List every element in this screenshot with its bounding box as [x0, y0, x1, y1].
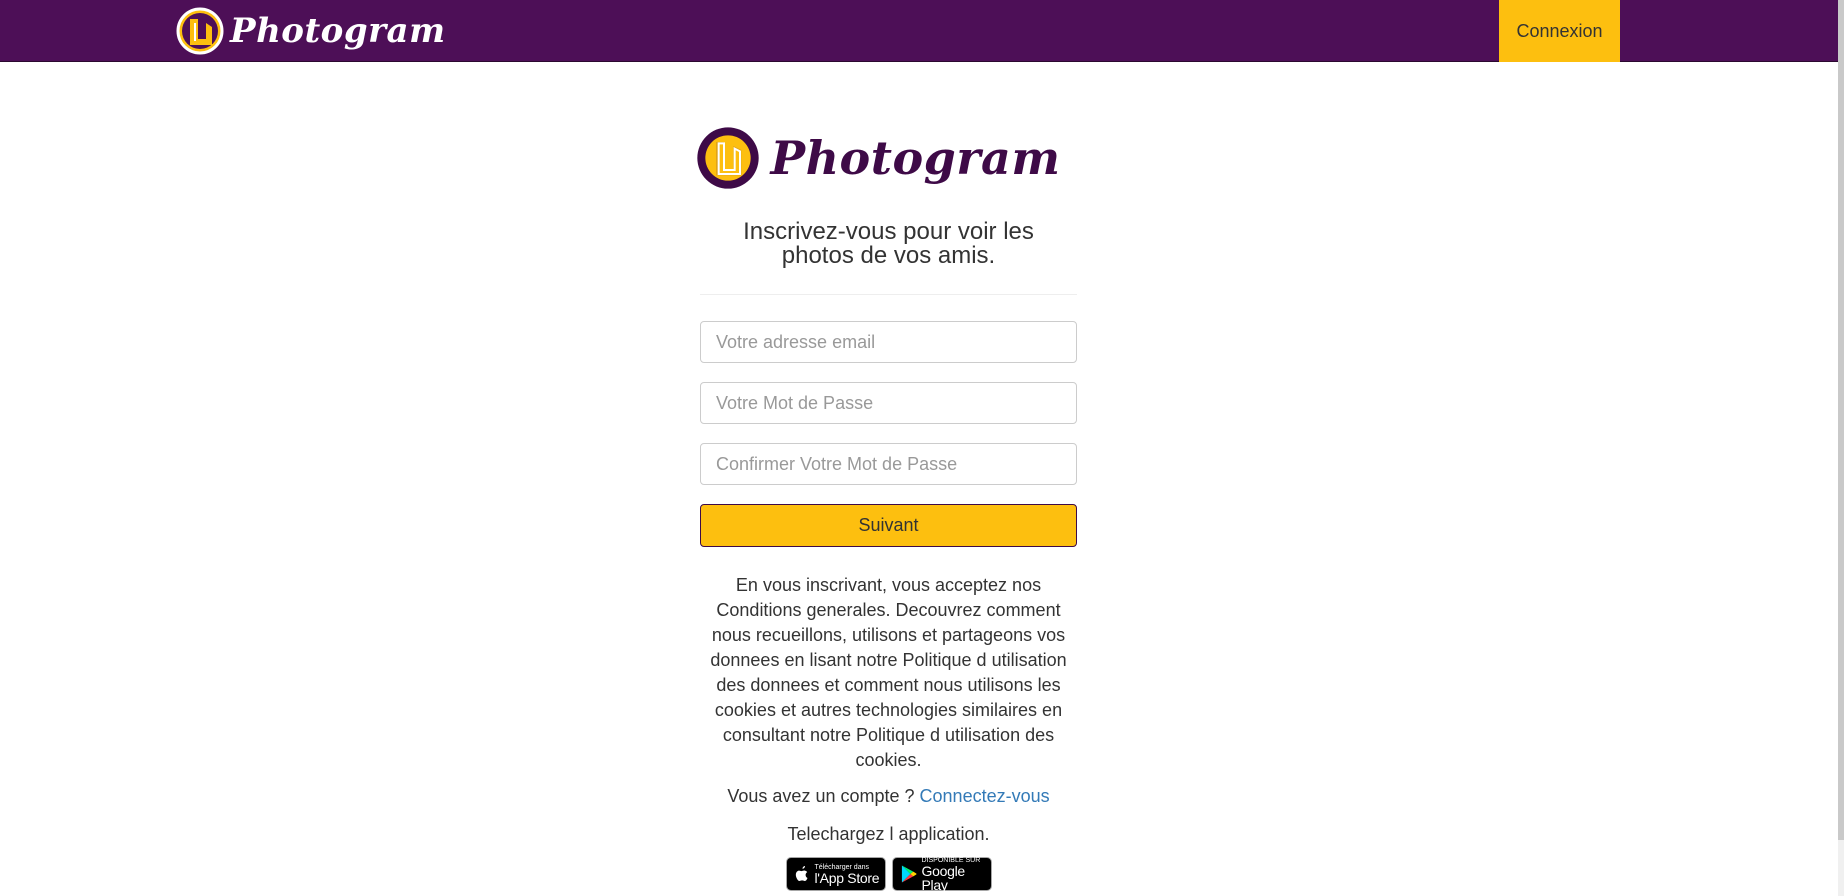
- email-field[interactable]: [700, 321, 1077, 363]
- app-store-label: Télécharger dans l'App Store: [815, 864, 880, 885]
- google-play-big-text: Google Play: [921, 862, 966, 893]
- password-field[interactable]: [700, 382, 1077, 424]
- google-play-icon: [901, 865, 917, 883]
- app-store-big-text: l'App Store: [814, 869, 880, 886]
- store-badges: Télécharger dans l'App Store DISPONIBLE …: [700, 857, 1077, 892]
- nav-logo[interactable]: Photogram: [176, 5, 446, 57]
- download-app-text: Telechargez l application.: [787, 824, 990, 844]
- signup-panel: Photogram Inscrivez-vous pour voir les p…: [697, 120, 1077, 892]
- divider: [700, 294, 1077, 295]
- photogram-logo-icon: [176, 7, 224, 55]
- login-link[interactable]: Connectez-vous: [920, 786, 1050, 806]
- signup-logo: Photogram: [680, 120, 1077, 196]
- apple-icon: [795, 866, 807, 881]
- photogram-logo-large-icon: [697, 127, 760, 189]
- connexion-button[interactable]: Connexion: [1499, 0, 1620, 62]
- top-navbar: Photogram Connexion: [0, 0, 1838, 62]
- signup-tagline: Inscrivez-vous pour voir les photos de v…: [743, 218, 1034, 269]
- next-button[interactable]: Suivant: [700, 504, 1077, 547]
- signup-brand-name: Photogram: [770, 131, 1061, 185]
- google-play-label: DISPONIBLE SUR Google Play: [922, 857, 991, 892]
- have-account-text: Vous avez un compte ?: [727, 786, 915, 806]
- confirm-password-field[interactable]: [700, 443, 1077, 485]
- have-account-line: Vous avez un compte ? Connectez-vous: [700, 784, 1077, 809]
- nav-brand-name: Photogram: [230, 11, 446, 51]
- scrollbar-thumb[interactable]: [1838, 0, 1844, 840]
- terms-text: En vous inscrivant, vous acceptez nos Co…: [710, 575, 1067, 770]
- page-scrollbar[interactable]: [1838, 0, 1844, 896]
- google-play-badge[interactable]: DISPONIBLE SUR Google Play: [891, 857, 992, 892]
- app-store-badge[interactable]: Télécharger dans l'App Store: [785, 857, 886, 891]
